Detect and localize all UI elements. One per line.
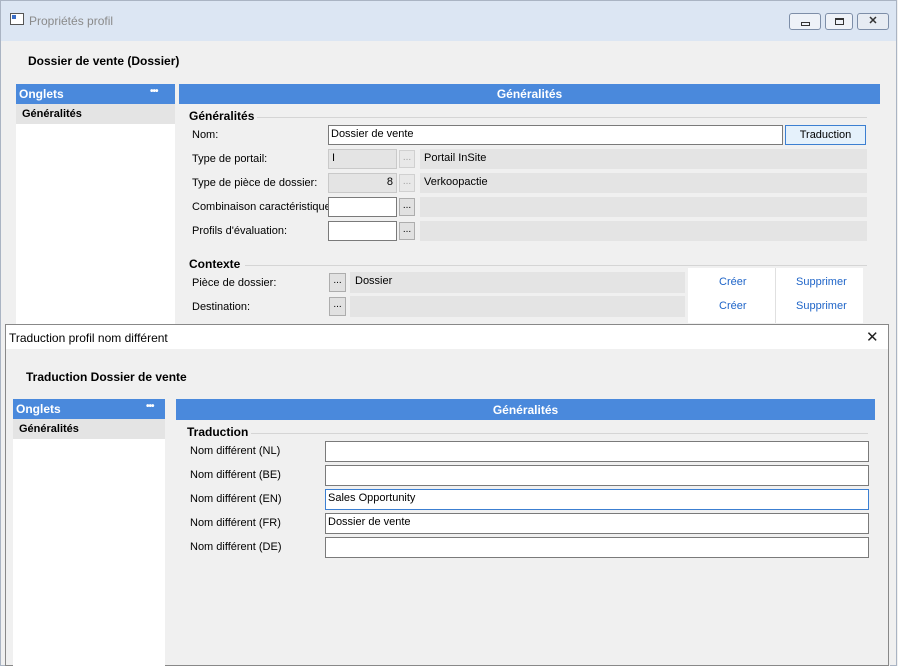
dialog-section-header: Généralités [176,399,875,420]
page-heading: Dossier de vente (Dossier) [28,54,180,68]
row-label-fr: Nom différent (FR) [190,517,281,529]
profils-field[interactable] [328,221,397,241]
type-piece-browse-button[interactable]: ... [399,174,415,192]
section-divider [257,117,867,118]
type-portail-field[interactable]: I [328,149,397,169]
combinaison-browse-button[interactable]: ... [399,198,415,216]
section-title: Généralités [496,87,563,101]
traduction-button[interactable]: Traduction [785,125,866,145]
dialog-tabs-panel: Onglets ••• Généralités [13,399,165,666]
contexte-label: Contexte [189,257,241,271]
traduction-divider [251,433,868,434]
traduction-button-label: Traduction [799,129,852,141]
dialog-title: Traduction profil nom différent [9,331,168,345]
piece-dossier-create-link[interactable]: Créer [719,276,747,288]
piece-dossier-delete-link[interactable]: Supprimer [796,276,847,288]
app-icon [10,13,24,25]
type-piece-description: Verkoopactie [420,173,867,193]
tabs-header: Onglets ••• [16,84,175,104]
tab-label: Généralités [22,108,82,120]
dialog-tabs-header: Onglets ••• [13,399,165,419]
row-label-de: Nom différent (DE) [190,541,282,553]
type-piece-field[interactable]: 8 [328,173,397,193]
window-title: Propriétés profil [29,14,114,28]
tabs-panel: Onglets ••• Généralités [16,84,175,324]
destination-delete-link[interactable]: Supprimer [796,300,847,312]
dialog-titlebar[interactable]: Traduction profil nom différent ✕ [6,325,888,349]
tabs-header-label: Onglets [19,87,64,101]
dialog-heading: Traduction Dossier de vente [26,370,187,384]
type-piece-label: Type de pièce de dossier: [192,177,318,189]
more-icon[interactable]: ••• [146,401,154,412]
nom-different-en-field[interactable]: Sales Opportunity [325,489,869,510]
row-label-be: Nom différent (BE) [190,469,281,481]
row-label-en: Nom différent (EN) [190,493,282,505]
actions-divider [775,268,776,323]
maximize-button[interactable] [825,13,853,30]
maximize-icon [834,18,844,25]
combinaison-label: Combinaison caractéristiques [192,201,337,213]
translation-dialog: Traduction profil nom différent ✕ Traduc… [5,324,889,666]
profils-description [420,221,867,241]
type-portail-browse-button[interactable]: ... [399,150,415,168]
nom-different-be-field[interactable] [325,465,869,486]
dialog-tabs-header-label: Onglets [16,402,61,416]
destination-field [350,296,685,317]
type-portail-description: Portail InSite [420,149,867,169]
combinaison-description [420,197,867,217]
close-icon[interactable]: ✕ [866,328,879,346]
destination-create-link[interactable]: Créer [719,300,747,312]
piece-dossier-field: Dossier [350,272,685,293]
nom-different-de-field[interactable] [325,537,869,558]
minimize-icon [800,22,810,26]
nom-different-nl-field[interactable] [325,441,869,462]
combinaison-field[interactable] [328,197,397,217]
type-portail-label: Type de portail: [192,153,268,165]
dialog-section-title: Généralités [492,403,559,417]
window-titlebar[interactable]: Propriétés profil ✕ [1,1,896,41]
profils-label: Profils d'évaluation: [192,225,288,237]
piece-dossier-label: Pièce de dossier: [192,277,277,289]
destination-browse-button[interactable]: ... [329,297,346,316]
piece-dossier-browse-button[interactable]: ... [329,273,346,292]
nom-label: Nom: [192,129,219,141]
profils-browse-button[interactable]: ... [399,222,415,240]
contexte-divider [245,265,867,266]
dialog-tab-label: Généralités [19,423,79,435]
close-button[interactable]: ✕ [857,13,889,30]
generalites-label: Généralités [189,109,255,123]
traduction-label: Traduction [187,425,249,439]
tab-generalites[interactable]: Généralités [16,104,175,124]
close-icon: ✕ [868,15,878,27]
row-label-nl: Nom différent (NL) [190,445,281,457]
minimize-button[interactable] [789,13,821,30]
more-icon[interactable]: ••• [150,86,158,97]
section-header: Généralités [179,84,880,104]
dialog-tab-generalites[interactable]: Généralités [13,419,165,439]
nom-different-fr-field[interactable]: Dossier de vente [325,513,869,534]
destination-label: Destination: [192,301,251,313]
nom-field[interactable]: Dossier de vente [328,125,783,145]
